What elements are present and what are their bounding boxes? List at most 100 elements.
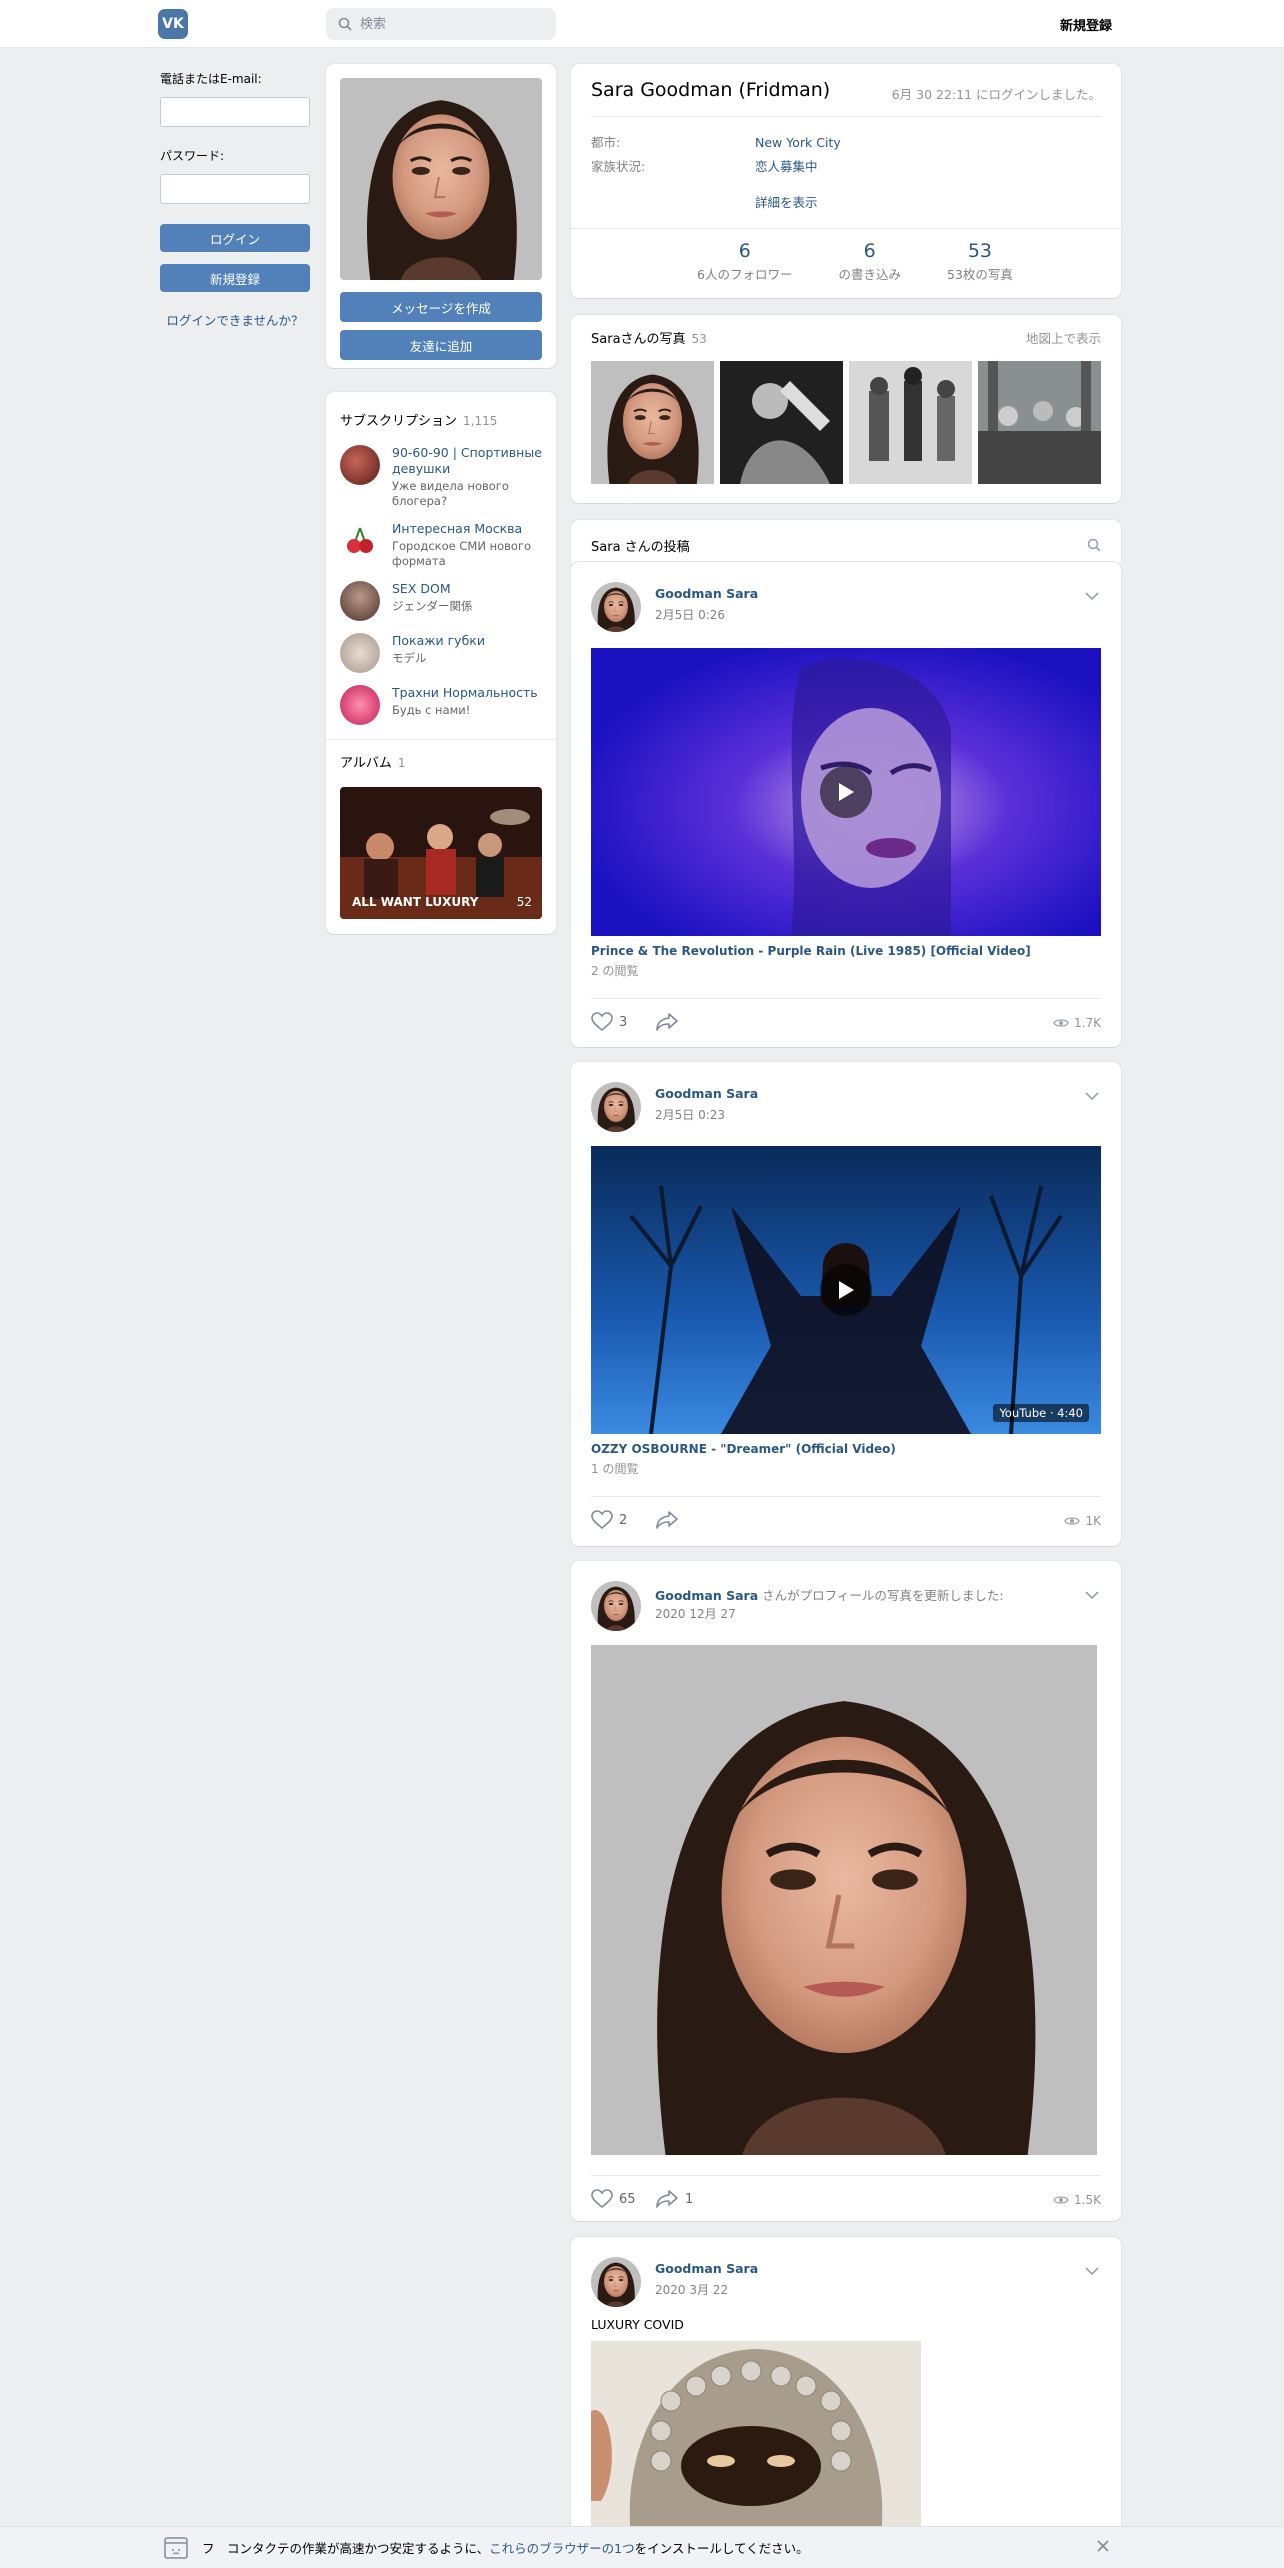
like-count: 2 xyxy=(619,1512,628,1528)
post-date[interactable]: 2020 12月 27 xyxy=(655,1605,736,1622)
video-player[interactable]: YouTube · 4:40 xyxy=(591,1146,1101,1434)
chevron-down-icon[interactable] xyxy=(1085,1591,1099,1599)
photos-card: Saraさんの写真 53 地図上で表示 xyxy=(571,315,1121,503)
subscription-item[interactable]: Интересная Москва Городское СМИ нового фо… xyxy=(326,517,556,577)
close-icon[interactable] xyxy=(1096,2539,1110,2553)
views-count: 1.7K xyxy=(1053,1016,1101,1030)
posts-counter[interactable]: 6 の書き込み xyxy=(838,240,901,283)
play-icon xyxy=(839,783,854,801)
search-box[interactable] xyxy=(326,8,556,40)
cherry-icon xyxy=(347,527,373,553)
divider xyxy=(591,998,1101,999)
vk-logo-icon[interactable]: VK xyxy=(158,9,188,39)
subscription-item[interactable]: Трахни Нормальность Будь с нами! xyxy=(326,681,556,733)
login-button[interactable]: ログイン xyxy=(160,224,310,252)
subscription-item[interactable]: SEX DOM ジェンダー関係 xyxy=(326,577,556,629)
wall-post: Goodman Sara 2020 3月 22 LUXURY COVID xyxy=(571,2237,1121,2537)
counter-number: 6 xyxy=(863,240,876,262)
email-field[interactable] xyxy=(160,97,310,127)
chevron-down-icon[interactable] xyxy=(1085,2267,1099,2275)
password-field[interactable] xyxy=(160,174,310,204)
photo-thumbnail[interactable] xyxy=(591,361,714,484)
play-button[interactable] xyxy=(820,1264,872,1316)
subscription-item[interactable]: 90-60-90 | Спортивные девушки Уже видела … xyxy=(326,441,556,517)
author-name[interactable]: Goodman Sara xyxy=(655,1588,758,1603)
signup-button[interactable]: 新規登録 xyxy=(160,264,310,292)
post-image xyxy=(591,2341,921,2537)
eye-icon xyxy=(1053,1019,1069,1027)
wall-post: Goodman Sara 2月5日 0:26 Prince & The Revo… xyxy=(571,562,1121,1047)
subscription-title[interactable]: Интересная Москва xyxy=(392,521,542,537)
photo-thumbnail[interactable] xyxy=(720,361,843,484)
photo-thumbnail[interactable] xyxy=(849,361,972,484)
post-action-text: さんがプロフィールの写真を更新しました: xyxy=(758,1588,1004,1603)
chevron-down-icon[interactable] xyxy=(1085,592,1099,600)
tab-posts[interactable]: Sara さんの投稿 xyxy=(591,536,690,555)
author-avatar[interactable] xyxy=(591,1082,641,1132)
subscription-item[interactable]: Покажи губки モデル xyxy=(326,629,556,681)
subscription-title[interactable]: SEX DOM xyxy=(392,581,473,597)
browser-list-link[interactable]: これらのブラウザーの1つ xyxy=(489,2538,634,2557)
post-photo[interactable] xyxy=(591,2341,921,2537)
divider xyxy=(326,739,556,740)
photos-title: Saraさんの写真 xyxy=(591,332,686,347)
show-details-link[interactable]: 詳細を表示 xyxy=(755,192,818,211)
albums-header[interactable]: アルバム 1 xyxy=(326,746,556,783)
share-button[interactable]: 1 xyxy=(655,2189,693,2209)
subscription-title[interactable]: Трахни Нормальность xyxy=(392,685,538,701)
post-author[interactable]: Goodman Sara xyxy=(655,2261,758,2276)
share-button[interactable] xyxy=(655,1012,679,1032)
author-avatar[interactable] xyxy=(591,1581,641,1631)
relationship-row: 家族状況: 恋人募集中 xyxy=(591,156,818,175)
relationship-value[interactable]: 恋人募集中 xyxy=(755,159,818,174)
video-title[interactable]: OZZY OSBOURNE - "Dreamer" (Official Vide… xyxy=(591,1442,896,1456)
relationship-label: 家族状況: xyxy=(591,159,646,174)
subscriptions-title: サブスクリプション xyxy=(340,414,458,429)
header-signup-link[interactable]: 新規登録 xyxy=(1060,15,1112,34)
video-title[interactable]: Prince & The Revolution - Purple Rain (L… xyxy=(591,944,1031,958)
like-button[interactable]: 2 xyxy=(591,1510,627,1530)
counter-label: の書き込み xyxy=(838,267,901,282)
chevron-down-icon[interactable] xyxy=(1085,1092,1099,1100)
send-message-button[interactable]: メッセージを作成 xyxy=(340,292,542,322)
like-button[interactable]: 65 xyxy=(591,2189,636,2209)
author-avatar[interactable] xyxy=(591,582,641,632)
post-date[interactable]: 2020 3月 22 xyxy=(655,2281,728,2298)
post-photo[interactable] xyxy=(591,1645,1097,2155)
post-author[interactable]: Goodman Sara xyxy=(655,1086,758,1101)
post-date[interactable]: 2月5日 0:26 xyxy=(655,606,725,623)
forgot-login-link[interactable]: ログインできませんか？ xyxy=(160,310,310,329)
add-friend-button[interactable]: 友達に追加 xyxy=(340,330,542,360)
share-icon xyxy=(656,1013,678,1031)
like-button[interactable]: 3 xyxy=(591,1012,627,1032)
play-icon xyxy=(839,1281,854,1299)
photos-header[interactable]: Saraさんの写真 53 xyxy=(591,328,707,347)
followers-counter[interactable]: 6 6人のフォロワー xyxy=(697,240,792,283)
wall-search-icon[interactable] xyxy=(1087,538,1101,552)
subscriptions-header[interactable]: サブスクリプション 1,115 xyxy=(326,392,556,441)
subscription-title[interactable]: 90-60-90 | Спортивные девушки xyxy=(392,445,542,477)
post-date[interactable]: 2月5日 0:23 xyxy=(655,1106,725,1123)
photos-counter[interactable]: 53 53枚の写真 xyxy=(947,240,1013,283)
video-player[interactable] xyxy=(591,648,1101,936)
profile-counters: 6 6人のフォロワー 6 の書き込み 53 53枚の写真 xyxy=(571,240,1121,283)
author-name[interactable]: Goodman Sara xyxy=(655,2261,758,2276)
post-author[interactable]: Goodman Sara さんがプロフィールの写真を更新しました: xyxy=(655,1585,1004,1604)
city-row: 都市: New York City xyxy=(591,132,841,151)
author-name[interactable]: Goodman Sara xyxy=(655,1086,758,1101)
author-avatar[interactable] xyxy=(591,2257,641,2307)
author-name[interactable]: Goodman Sara xyxy=(655,586,758,601)
show-on-map-link[interactable]: 地図上で表示 xyxy=(1026,328,1101,347)
share-button[interactable] xyxy=(655,1510,679,1530)
profile-photo[interactable] xyxy=(340,78,542,280)
search-input[interactable] xyxy=(360,16,540,32)
album-thumbnail[interactable]: ALL WANT LUXURY 52 xyxy=(340,787,542,919)
last-seen: 6月 30 22:11 にログインしました。 xyxy=(891,87,1101,102)
subscription-title[interactable]: Покажи губки xyxy=(392,633,485,649)
play-button[interactable] xyxy=(820,766,872,818)
city-value[interactable]: New York City xyxy=(755,135,841,150)
subscription-avatar xyxy=(340,685,380,725)
post-author[interactable]: Goodman Sara xyxy=(655,586,758,601)
subscriptions-card: サブスクリプション 1,115 90-60-90 | Спортивные дев… xyxy=(326,392,556,934)
photo-thumbnail[interactable] xyxy=(978,361,1101,484)
